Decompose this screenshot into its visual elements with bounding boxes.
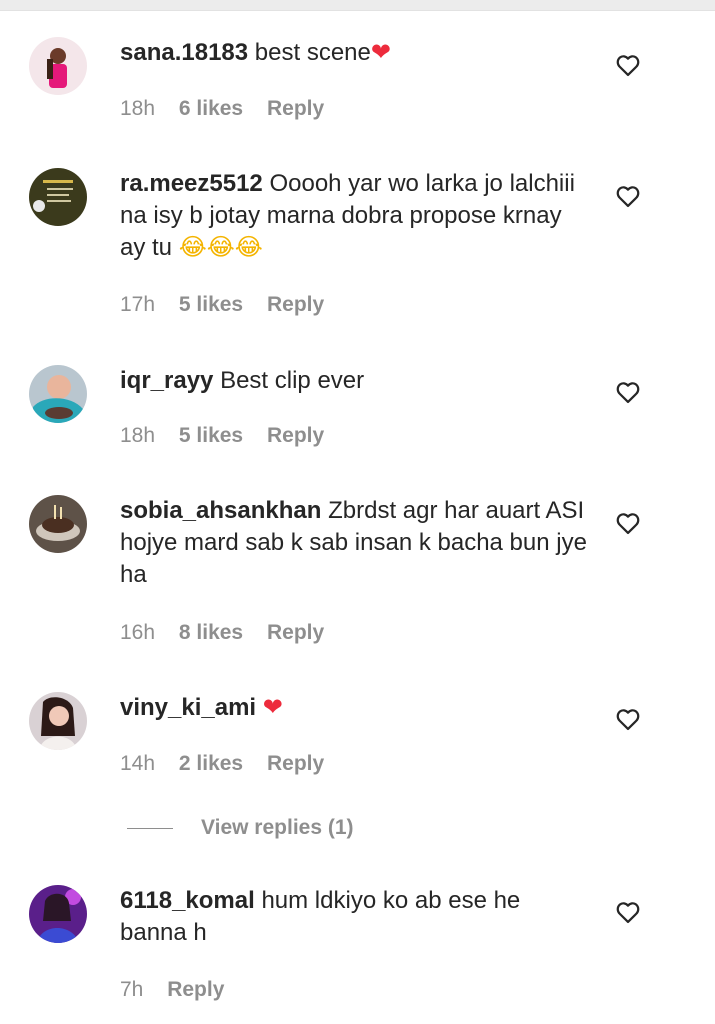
comment-username[interactable]: sana.18183: [120, 39, 248, 66]
reply-button[interactable]: Reply: [267, 293, 324, 316]
view-replies-button[interactable]: View replies (1): [127, 812, 354, 844]
comment-text: sobia_ahsankhan Zbrdst agr har auart ASI…: [120, 495, 590, 591]
comment-text: 6118_komal hum ldkiyo ko ab ese he banna…: [120, 885, 590, 949]
comment-likes[interactable]: 6 likes: [179, 97, 243, 120]
heart-outline-icon[interactable]: [614, 51, 642, 79]
avatar[interactable]: [29, 495, 87, 553]
heart-emoji: ❤: [262, 694, 283, 721]
comment-time: 16h: [120, 621, 156, 644]
comment-username[interactable]: sobia_ahsankhan: [120, 497, 321, 524]
comment-body: best scene: [254, 39, 371, 66]
heart-emoji: ❤: [370, 39, 391, 66]
reply-button[interactable]: Reply: [267, 752, 324, 775]
comment-meta: 18h 5 likes Reply: [120, 421, 342, 451]
heart-outline-icon[interactable]: [614, 705, 642, 733]
reply-button[interactable]: Reply: [267, 621, 324, 644]
comment-body: Best clip ever: [220, 367, 365, 394]
comments-list: sana.18183 best scene❤ 18h 6 likes Reply…: [0, 0, 715, 1024]
reply-button[interactable]: Reply: [267, 424, 324, 447]
comment-time: 7h: [120, 978, 144, 1001]
comment-meta: 18h 6 likes Reply: [120, 94, 342, 124]
comment-username[interactable]: viny_ki_ami: [120, 694, 256, 721]
comment-likes[interactable]: 5 likes: [179, 293, 243, 316]
avatar[interactable]: [29, 37, 87, 95]
reply-button[interactable]: Reply: [267, 97, 324, 120]
avatar[interactable]: [29, 885, 87, 943]
view-replies-line: [127, 827, 173, 829]
heart-outline-icon[interactable]: [614, 509, 642, 537]
comment-text: ra.meez5512 Ooooh yar wo larka jo lalchi…: [120, 168, 590, 264]
comment-time: 14h: [120, 752, 156, 775]
comment-meta: 16h 8 likes Reply: [120, 618, 342, 648]
comment-username[interactable]: ra.meez5512: [120, 170, 263, 197]
comment-text: sana.18183 best scene❤: [120, 37, 590, 69]
comment-username[interactable]: iqr_rayy: [120, 367, 213, 394]
comment-meta: 7h Reply: [120, 975, 242, 1005]
comment-time: 18h: [120, 424, 156, 447]
comment-meta: 14h 2 likes Reply: [120, 749, 342, 779]
heart-outline-icon[interactable]: [614, 182, 642, 210]
avatar[interactable]: [29, 168, 87, 226]
comment-text: viny_ki_ami ❤: [120, 692, 590, 724]
comment-likes[interactable]: 5 likes: [179, 424, 243, 447]
top-divider: [0, 0, 715, 11]
heart-outline-icon[interactable]: [614, 898, 642, 926]
heart-outline-icon[interactable]: [614, 378, 642, 406]
comment-username[interactable]: 6118_komal: [120, 887, 255, 914]
comment-meta: 17h 5 likes Reply: [120, 290, 342, 320]
view-replies-label: View replies (1): [201, 816, 354, 839]
avatar[interactable]: [29, 692, 87, 750]
reply-button[interactable]: Reply: [167, 978, 224, 1001]
comment-text: iqr_rayy Best clip ever: [120, 365, 590, 397]
comment-time: 18h: [120, 97, 156, 120]
laughing-emoji: 😂😂😂: [178, 234, 263, 261]
avatar[interactable]: [29, 365, 87, 423]
comment-time: 17h: [120, 293, 156, 316]
comment-likes[interactable]: 2 likes: [179, 752, 243, 775]
comment-likes[interactable]: 8 likes: [179, 621, 243, 644]
